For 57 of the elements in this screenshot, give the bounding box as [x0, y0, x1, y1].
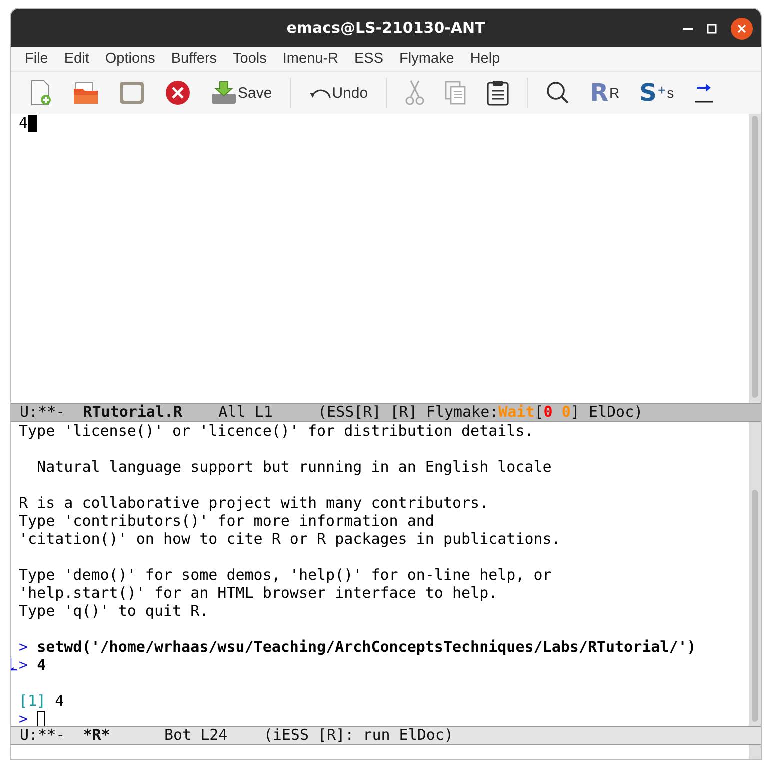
menu-item[interactable]: Options — [97, 51, 164, 67]
result-value: 4 — [54, 692, 64, 710]
scrollbar-thumb[interactable] — [752, 116, 758, 398]
prompt: > — [19, 638, 30, 656]
code-line: 4 — [19, 114, 28, 132]
scrollbar[interactable] — [749, 422, 761, 726]
console-output: 'citation()' on how to cite R or R packages in publications. — [19, 530, 561, 548]
mode-line-text: ] ElDoc) — [570, 404, 644, 421]
mode-line-text: Bot L24 (iESS [R]: run ElDoc) — [163, 727, 454, 744]
new-file-icon — [29, 80, 53, 106]
clipboard-icon — [487, 80, 510, 106]
result-index: [1] — [19, 692, 46, 710]
mode-line-text: U:**- — [20, 727, 66, 744]
maximize-icon[interactable] — [707, 24, 717, 34]
menu-item[interactable]: Buffers — [163, 51, 226, 67]
menu-item[interactable]: Edit — [56, 51, 98, 67]
mode-line-text: [ — [534, 404, 544, 421]
menu-item[interactable]: Tools — [225, 51, 275, 67]
console-output: Type 'license()' or 'licence()' for distribution details. — [19, 422, 534, 440]
command: 4 — [37, 656, 46, 674]
buffer-name: RTutorial.R — [83, 404, 183, 421]
status-indicator: Wait — [498, 404, 535, 421]
menu-item[interactable]: Imenu-R — [274, 51, 347, 67]
console-output: 'help.start()' for an HTML browser interface to help. — [19, 584, 498, 602]
save-icon — [211, 81, 237, 105]
menu-item[interactable]: Flymake — [392, 51, 462, 67]
window-title: emacs@LS-210130-ANT — [286, 19, 486, 37]
mode-line-text: U:**- — [20, 404, 66, 421]
save-button[interactable]: Save — [205, 76, 278, 110]
arrow-icon — [694, 82, 714, 104]
status-indicator: 0 — [544, 404, 553, 421]
cursor — [28, 114, 38, 132]
undo-button[interactable]: Undo — [303, 76, 374, 110]
console-output: Type 'contributors()' for more information and — [19, 512, 434, 530]
console-output: Type 'demo()' for some demos, 'help()' for on-line help, or — [19, 566, 552, 584]
prompt: > — [19, 656, 30, 674]
menu-item[interactable]: Help — [462, 51, 508, 67]
s-button[interactable]: S+s — [634, 76, 680, 110]
menu-item[interactable]: ESS — [346, 51, 392, 67]
buffer-name: *R* — [83, 727, 110, 744]
mode-line-text: All L1 (ESS[R] [R] Flymake: — [218, 404, 499, 421]
folder-icon — [73, 81, 99, 105]
window-icon — [119, 81, 145, 105]
copy-icon — [445, 81, 468, 105]
scrollbar-thumb[interactable] — [752, 490, 758, 722]
scissors-icon — [405, 80, 426, 106]
command: setwd('/home/wrhaas/wsu/Teaching/ArchConceptsTechniques/Labs/RTutorial/') — [37, 638, 696, 656]
close-icon — [165, 80, 191, 106]
scrollbar[interactable] — [749, 114, 761, 403]
console-output: R is a collaborative project with many contributors. — [19, 494, 489, 512]
search-icon — [546, 81, 570, 105]
close-icon[interactable] — [731, 18, 753, 40]
menu-item[interactable]: File — [17, 51, 56, 67]
status-indicator: 0 — [560, 404, 571, 421]
console-output: Natural language support but running in an English locale — [36, 458, 552, 476]
prompt: > — [19, 710, 30, 726]
console-output: Type 'q()' to quit R. — [19, 602, 209, 620]
